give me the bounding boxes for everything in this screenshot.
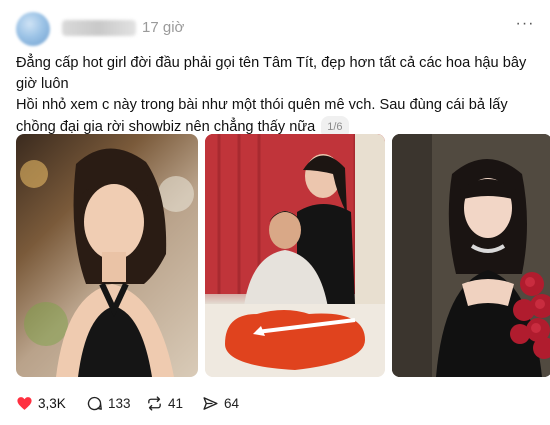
share-icon — [203, 396, 218, 410]
photo-1-illustration — [20, 148, 194, 377]
more-icon: ··· — [515, 15, 535, 32]
avatar[interactable] — [16, 12, 50, 46]
caption-line-1: Đẳng cấp hot girl đời đầu phải gọi tên T… — [16, 55, 527, 92]
share-count: 64 — [224, 395, 240, 411]
more-options-button[interactable]: ··· — [514, 16, 536, 36]
post-timestamp: 17 giờ — [142, 19, 185, 36]
carousel-photo-1[interactable] — [16, 134, 198, 377]
heart-icon — [17, 396, 32, 410]
carousel-photo-2[interactable] — [205, 134, 385, 377]
caption-line-2-text: Hồi nhỏ xem c này trong bài như một thói… — [16, 97, 508, 135]
reply-button[interactable]: 133 — [86, 392, 131, 414]
post-caption: Đẳng cấp hot girl đời đầu phải gọi tên T… — [16, 53, 531, 139]
carousel-photo-3[interactable] — [392, 134, 550, 377]
post-header: 17 giờ ··· — [14, 12, 538, 46]
username-blurred[interactable] — [62, 20, 136, 36]
image-carousel[interactable] — [16, 134, 550, 378]
caption-line-2: Hồi nhỏ xem c này trong bài như một thói… — [16, 95, 531, 139]
like-button[interactable]: 3,3K — [16, 392, 66, 414]
reply-count: 133 — [108, 395, 131, 411]
comment-icon — [87, 396, 102, 410]
photo-3-illustration — [392, 134, 550, 377]
photo-2-illustration — [205, 134, 385, 377]
like-count: 3,3K — [38, 395, 66, 411]
share-button[interactable]: 64 — [202, 392, 239, 414]
repost-button[interactable]: 41 — [146, 392, 183, 414]
post-actions: 3,3K 133 41 64 — [16, 392, 436, 414]
repost-icon — [148, 395, 161, 411]
repost-count: 41 — [168, 395, 184, 411]
